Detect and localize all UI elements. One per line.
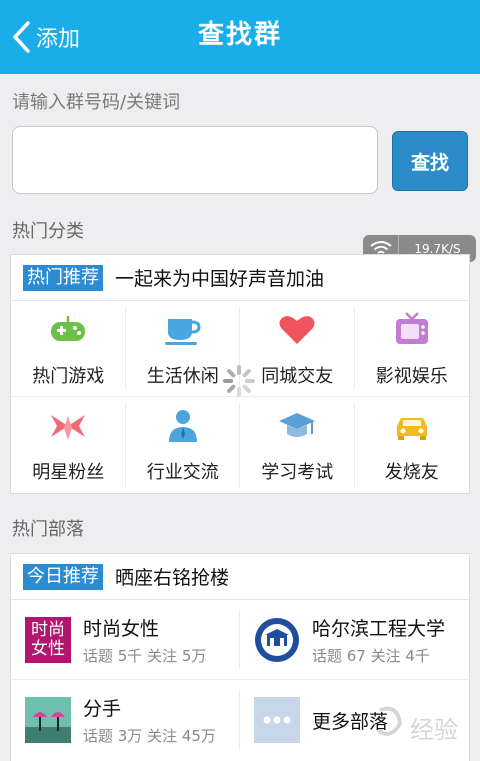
hot-categories-title: 热门分类 [12,221,84,242]
tribe-thumb-breakup [25,697,71,743]
hot-tribes-title: 热门部落 [12,519,84,540]
category-star-fans[interactable]: 明星粉丝 [11,397,126,493]
tribe-thumb-fashion: 时尚女性 [25,616,71,663]
today-recommend-headline: 晒座右铭抢楼 [115,567,230,589]
top-bar: 添加 查找群 [0,0,480,74]
loading-spinner-icon [223,365,255,397]
today-recommend-tag: 今日推荐 [23,563,103,590]
page-title: 查找群 [197,20,282,50]
tribe-harbin-engineering-university[interactable]: 哈尔滨工程大学 话题 67 关注 4千 [240,600,469,680]
tribe-fashion-women[interactable]: 时尚女性 时尚女性 话题 5千 关注 5万 [11,600,240,680]
category-local-friends[interactable]: 同城交友 [240,301,355,397]
tv-icon [395,311,428,344]
search-button[interactable]: 查找 [392,131,468,191]
businessman-icon [168,410,197,442]
star-bow-icon [51,415,86,440]
tribe-breakup[interactable]: 分手 话题 3万 关注 45万 [11,680,240,760]
hot-recommend-headline: 一起来为中国好声音加油 [115,268,325,290]
car-icon [396,418,427,440]
svg-text:经验: 经验 [410,716,458,744]
search-label: 请输入群号码/关键词 [12,92,181,113]
category-study-exam[interactable]: 学习考试 [240,397,355,493]
hot-recommend-banner[interactable]: 热门推荐 一起来为中国好声音加油 [11,255,469,301]
graduation-cap-icon [279,413,316,437]
search-input[interactable] [12,126,378,194]
category-enthusiasts[interactable]: 发烧友 [355,397,470,493]
category-industry[interactable]: 行业交流 [126,397,241,493]
university-seal-icon [254,617,300,663]
gamepad-icon [51,315,86,341]
hot-recommend-tag: 热门推荐 [23,264,103,291]
today-recommend-banner[interactable]: 今日推荐 晒座右铭抢楼 [11,554,469,600]
category-entertainment[interactable]: 影视娱乐 [354,301,469,397]
coffee-cup-icon [164,318,201,345]
watermark-logo: 经验 [376,706,458,744]
heart-icon [279,315,315,344]
category-games[interactable]: 热门游戏 [11,301,126,397]
more-dots-icon [254,697,300,743]
